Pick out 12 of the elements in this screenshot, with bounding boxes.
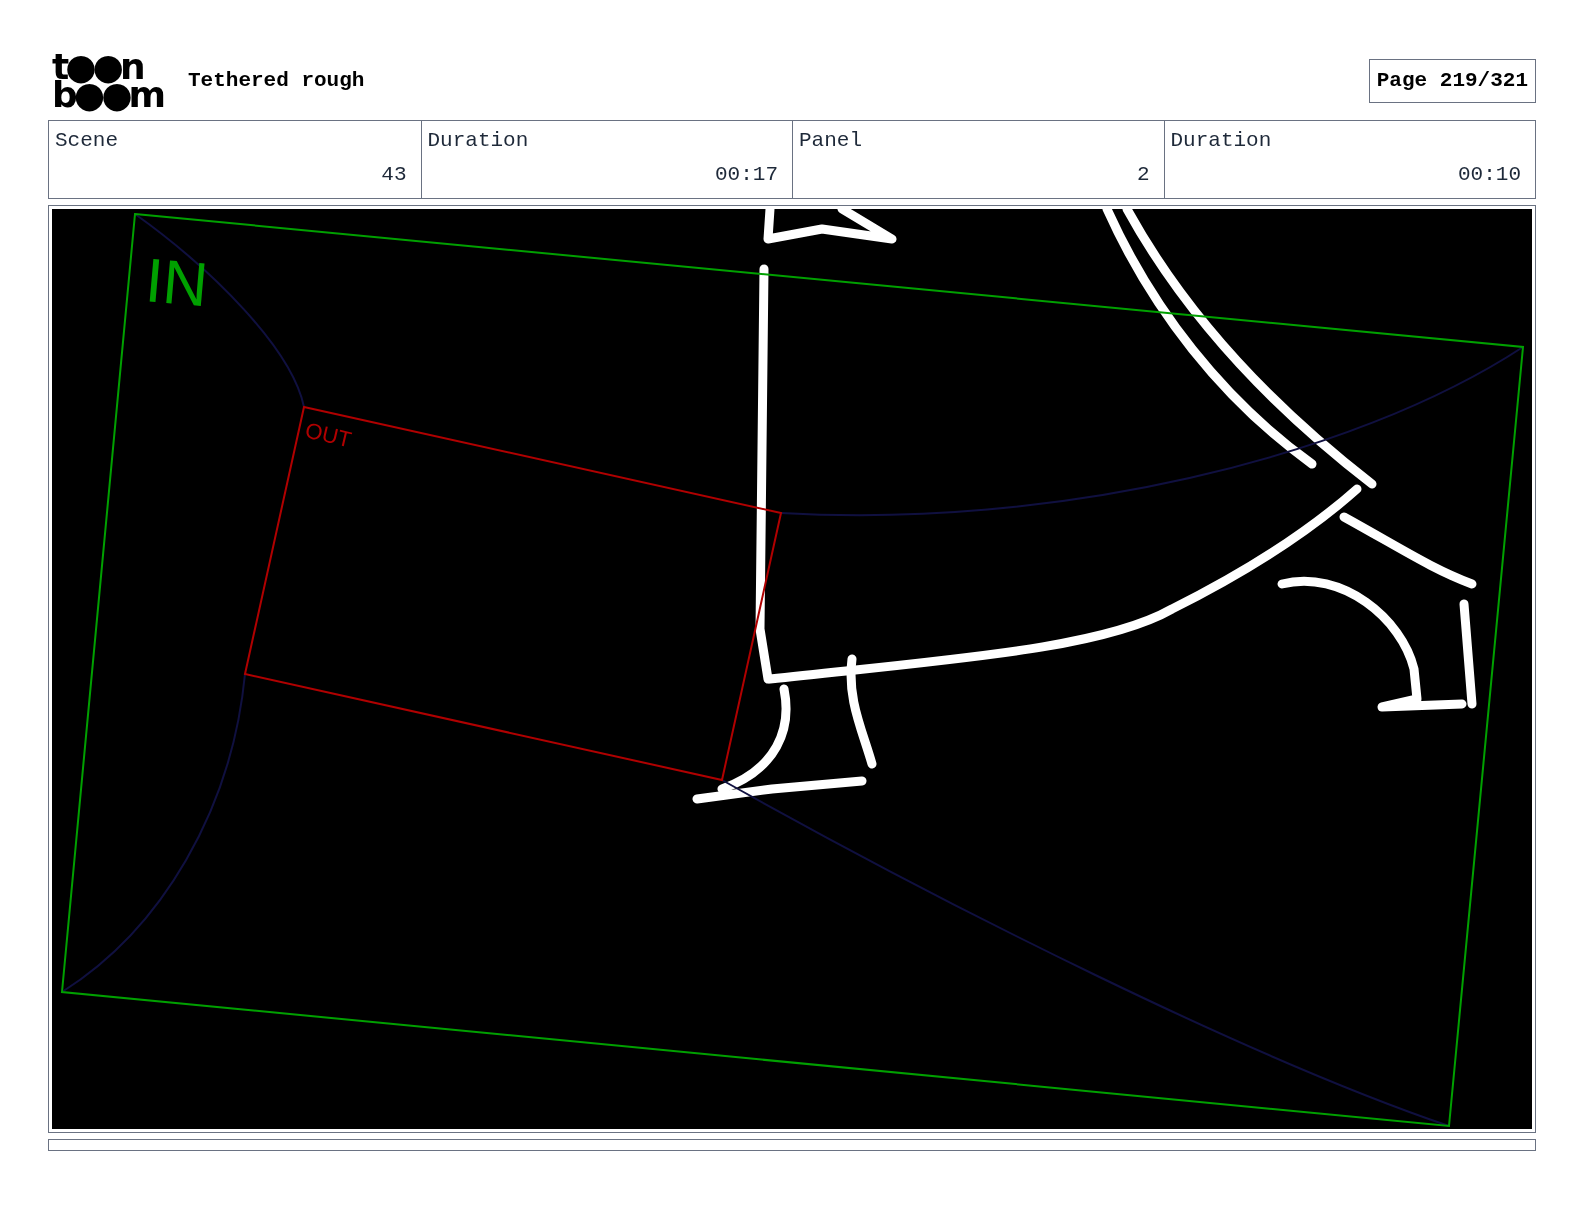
field-value: 43 <box>381 163 407 187</box>
field-label: Duration <box>427 128 529 154</box>
field-label: Scene <box>55 128 118 154</box>
frame-label: OUT <box>302 417 354 453</box>
storyboard-title: Tethered rough <box>188 68 365 95</box>
field-label: Duration <box>1170 128 1272 154</box>
field-value: 00:10 <box>1458 163 1521 187</box>
field-label: Panel <box>799 128 862 154</box>
field-value: 2 <box>1136 163 1150 187</box>
frame-label: IN <box>142 245 211 320</box>
page-number: Page 219/321 <box>1368 59 1536 103</box>
field-value: 00:17 <box>715 163 778 187</box>
